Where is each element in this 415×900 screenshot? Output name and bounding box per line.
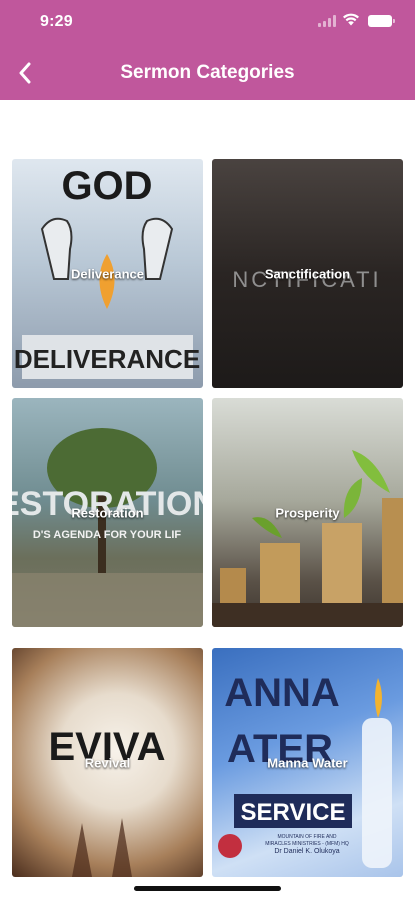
- category-label: Deliverance: [71, 266, 144, 281]
- category-tile-prosperity[interactable]: Prosperity: [212, 398, 403, 627]
- manna-art-line1: ANNA: [224, 671, 340, 715]
- category-tile-deliverance[interactable]: GOD DELIVERANCE Deliverance: [12, 159, 203, 388]
- battery-icon: [368, 15, 395, 27]
- home-indicator: [134, 886, 281, 891]
- navigation-bar: Sermon Categories: [0, 48, 415, 98]
- category-tile-sanctification[interactable]: NCTIFICATI Sanctification: [212, 159, 403, 388]
- category-label: Prosperity: [275, 505, 340, 520]
- category-tile-manna-water[interactable]: ANNA ATER SERVICE MOUNTAIN OF FIRE AND M…: [212, 648, 403, 877]
- category-tile-revival[interactable]: EVIVA Revival: [12, 648, 203, 877]
- category-label: Manna Water: [267, 755, 348, 770]
- status-bar: 9:29: [0, 0, 415, 44]
- page-title: Sermon Categories: [120, 62, 295, 83]
- category-tile-restoration[interactable]: ESTORATION D'S AGENDA FOR YOUR LIF Resto…: [12, 398, 203, 627]
- manna-art-line6: Dr Daniel K. Olukoya: [274, 848, 339, 855]
- manna-art-line4: MOUNTAIN OF FIRE AND: [277, 834, 336, 840]
- category-label: Sanctification: [264, 266, 351, 281]
- restoration-art-subtext: D'S AGENDA FOR YOUR LIF: [33, 529, 182, 541]
- cellular-signal-icon: [318, 15, 338, 27]
- wifi-icon: [343, 13, 359, 26]
- category-label: Revival: [84, 755, 131, 770]
- deliverance-art-bottom-text: DELIVERANCE: [14, 344, 200, 374]
- deliverance-art-top-text: GOD: [61, 164, 152, 208]
- status-time: 9:29: [40, 13, 73, 30]
- manna-art-line5: MIRACLES MINISTRIES - (MFM) HQ: [265, 841, 349, 847]
- screen: 9:29 Sermon Categories GOD DELIVERANCE D…: [0, 0, 415, 900]
- header-bar: 9:29 Sermon Categories: [0, 0, 415, 100]
- manna-art-line3: SERVICE: [241, 799, 346, 826]
- category-label: Restoration: [71, 505, 144, 520]
